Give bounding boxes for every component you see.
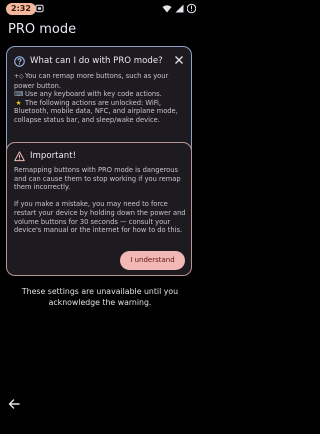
warning-card-header: Important! [14, 149, 76, 163]
battery-alert-icon [187, 3, 196, 14]
arrow-back-icon[interactable] [7, 397, 21, 411]
keyboard-icon: ⌨ [14, 90, 24, 99]
info-line-keyboard: ⌨ Use any keyboard with key code actions. [14, 90, 162, 99]
help-circle-icon [14, 55, 25, 67]
status-icons [162, 3, 196, 14]
i-understand-button[interactable]: I understand [120, 251, 185, 270]
settings-unavailable-message: These settings are unavailable until you… [21, 287, 179, 307]
warning-triangle-icon [14, 150, 25, 161]
star-icon: ★ [15, 98, 22, 107]
info-card-header: What can I do with PRO mode? [14, 54, 184, 68]
info-line-actions: ★ The following actions are unlocked: WiF… [14, 98, 178, 124]
status-bar: 2:32 [0, 0, 200, 18]
status-clock: 2:32 [6, 3, 36, 15]
info-card-title: What can I do with PRO mode? [30, 56, 163, 66]
warning-paragraph-1: Remapping buttons with PRO mode is dange… [14, 166, 181, 192]
important-warning-card: Important! Remapping buttons with PRO mo… [6, 142, 192, 276]
close-icon[interactable] [174, 55, 184, 65]
info-card-body: +◇You can remap more buttons, such as yo… [14, 72, 186, 125]
warning-paragraph-2: If you make a mistake, you may need to f… [14, 200, 186, 235]
notification-icon [35, 4, 44, 13]
signal-icon [175, 4, 184, 13]
info-line-remap: +◇You can remap more buttons, such as yo… [14, 72, 169, 90]
wifi-icon [162, 5, 172, 13]
page-title: PRO mode [8, 22, 77, 37]
remap-icon: +◇ [14, 73, 24, 80]
warning-card-body: Remapping buttons with PRO mode is dange… [14, 166, 188, 235]
warning-card-title: Important! [30, 151, 77, 161]
